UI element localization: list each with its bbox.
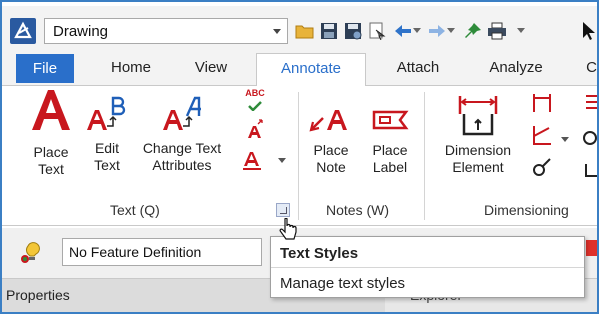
tab-file[interactable]: File: [16, 54, 74, 83]
place-note-icon: [309, 110, 347, 132]
spell-check-glyph: ABC: [245, 88, 265, 98]
ribbon-tabs: File Home View Annotate Attach Analyze C: [0, 48, 599, 87]
dimension-ordinate-button[interactable]: [580, 92, 599, 186]
place-label-label-1: Place: [372, 142, 408, 158]
redo-dropdown-icon[interactable]: [444, 19, 458, 43]
edit-text-label-2: Text: [94, 157, 120, 173]
dimension-angular-button[interactable]: [530, 124, 554, 150]
text-styles-launcher[interactable]: [276, 203, 290, 217]
dimensioning-group-label: Dimensioning: [484, 202, 569, 218]
place-label-button[interactable]: Place Label: [362, 104, 418, 176]
workflow-value: Drawing: [53, 23, 109, 40]
chevron-down-icon: [278, 158, 286, 163]
ribbon-panel: Place Text Edit Text Change Text Attribu…: [0, 86, 599, 226]
dimension-radial-button[interactable]: [530, 156, 554, 182]
dimension-linear-icon: [533, 94, 551, 112]
feature-definition-select[interactable]: No Feature Definition: [62, 238, 262, 266]
tab-attach[interactable]: Attach: [388, 53, 448, 86]
group-divider: [298, 92, 299, 220]
change-text-attributes-label-2: Attributes: [152, 157, 212, 173]
properties-pane-title: Properties: [6, 287, 70, 303]
tooltip-description: Manage text styles: [280, 275, 406, 292]
text-size-button[interactable]: [240, 118, 270, 144]
dimension-element-label-2: Element: [452, 159, 504, 175]
place-note-label-2: Note: [316, 159, 346, 175]
compress-icon[interactable]: [366, 19, 388, 43]
text-style-dropdown[interactable]: [240, 148, 290, 176]
mouse-cursor-icon: [279, 218, 297, 240]
tab-home[interactable]: Home: [100, 53, 162, 86]
chevron-down-icon: [273, 29, 281, 34]
change-text-attributes-label-1: Change Text: [142, 140, 222, 156]
change-text-attributes-button[interactable]: Change Text Attributes: [134, 96, 230, 174]
dimension-element-label-1: Dimension: [444, 142, 512, 158]
feature-definition-value: No Feature Definition: [69, 244, 202, 260]
print-icon[interactable]: [486, 19, 508, 43]
quick-access-toolbar: Drawing: [0, 0, 599, 48]
chevron-down-icon: [561, 137, 569, 142]
edit-text-button[interactable]: Edit Text: [82, 96, 132, 174]
text-underline-icon: [243, 152, 261, 170]
text-scale-icon: [248, 119, 263, 138]
tab-analyze[interactable]: Analyze: [478, 53, 554, 86]
dimension-ordinate-icon: [583, 95, 598, 177]
notes-group-label: Notes (W): [326, 202, 389, 218]
tooltip: Text Styles Manage text styles: [270, 236, 585, 298]
place-label-icon: [372, 110, 409, 130]
dimension-dropdown[interactable]: [558, 130, 572, 147]
edit-text-label-1: Edit: [94, 140, 120, 156]
open-folder-icon[interactable]: [294, 19, 316, 43]
app-logo-icon[interactable]: [10, 18, 36, 44]
workflow-select[interactable]: Drawing: [44, 18, 288, 44]
place-text-label-2: Text: [38, 161, 64, 177]
pin-icon[interactable]: [462, 19, 484, 43]
place-note-label-1: Place: [313, 142, 349, 158]
checkmark-icon: [248, 101, 262, 112]
tooltip-divider: [271, 267, 584, 268]
lightbulb-icon[interactable]: [20, 242, 44, 264]
color-swatch[interactable]: [586, 240, 599, 256]
place-label-label-2: Label: [372, 159, 408, 175]
dimension-linear-button[interactable]: [530, 92, 554, 118]
dimension-element-icon: [458, 96, 498, 136]
save-icon[interactable]: [318, 19, 340, 43]
dimension-angular-icon: [533, 126, 551, 145]
tab-annotate[interactable]: Annotate: [256, 53, 366, 87]
place-text-icon: [32, 90, 70, 130]
change-text-attributes-icon: [163, 96, 201, 130]
place-note-button[interactable]: Place Note: [306, 104, 356, 176]
undo-dropdown-icon[interactable]: [410, 19, 424, 43]
save-settings-icon[interactable]: [342, 19, 364, 43]
place-text-button[interactable]: Place Text: [16, 88, 86, 178]
tooltip-title: Text Styles: [280, 245, 359, 262]
text-group-label: Text (Q): [110, 202, 160, 218]
qat-dropdown-icon[interactable]: [510, 19, 532, 43]
tab-truncated[interactable]: C: [584, 53, 599, 86]
pointer-icon[interactable]: [578, 19, 599, 43]
group-divider: [424, 92, 425, 220]
spell-check-button[interactable]: ABC: [240, 88, 270, 115]
place-text-label-1: Place: [33, 144, 69, 160]
edit-text-icon: [87, 96, 126, 130]
dimension-element-button[interactable]: Dimension Element: [432, 94, 524, 176]
dimension-radial-icon: [533, 158, 551, 176]
tab-view[interactable]: View: [186, 53, 236, 86]
